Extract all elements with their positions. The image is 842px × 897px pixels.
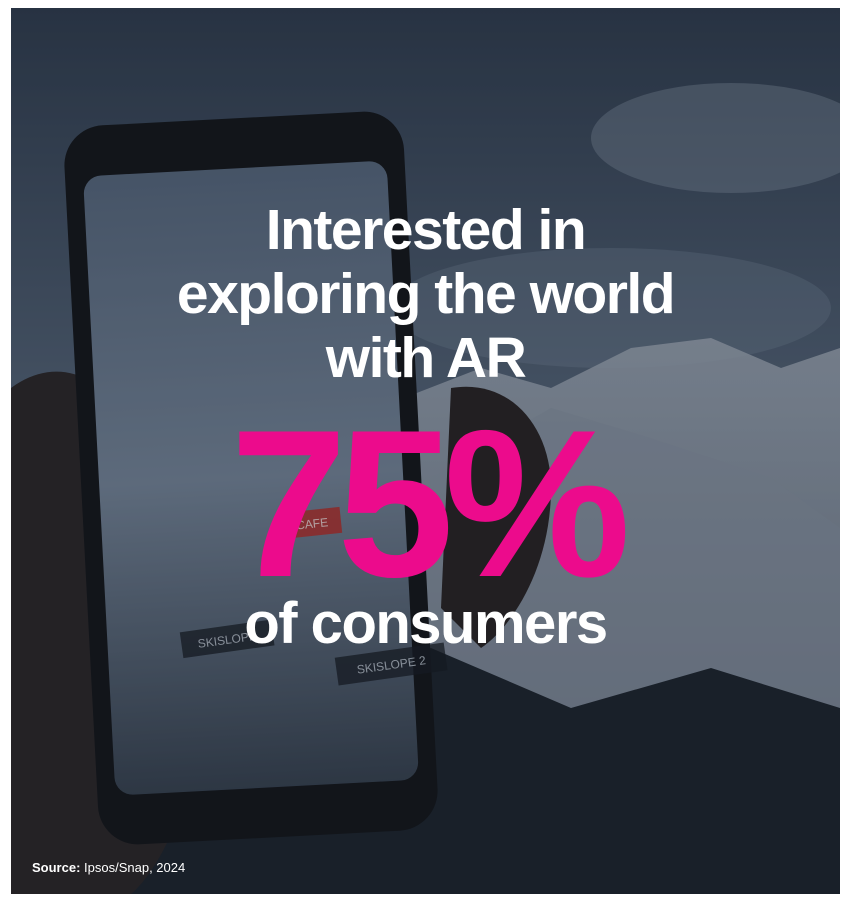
ar-stat-card: CAFE SKISLOPE SKISLOPE 2 Interested in e… (11, 8, 840, 894)
headline-line: Interested in (265, 198, 587, 262)
headline: Interested in exploring the world with A… (11, 198, 840, 390)
source-text: Ipsos/Snap, 2024 (84, 860, 186, 875)
headline-line: with AR (325, 326, 527, 390)
source-credit: Source: Ipsos/Snap, 2024 (32, 860, 185, 876)
headline-line: exploring the world (176, 262, 676, 326)
source-label: Source: (32, 860, 81, 875)
stat-value: 75% (230, 386, 630, 621)
stat-caption: of consumers (244, 591, 608, 656)
